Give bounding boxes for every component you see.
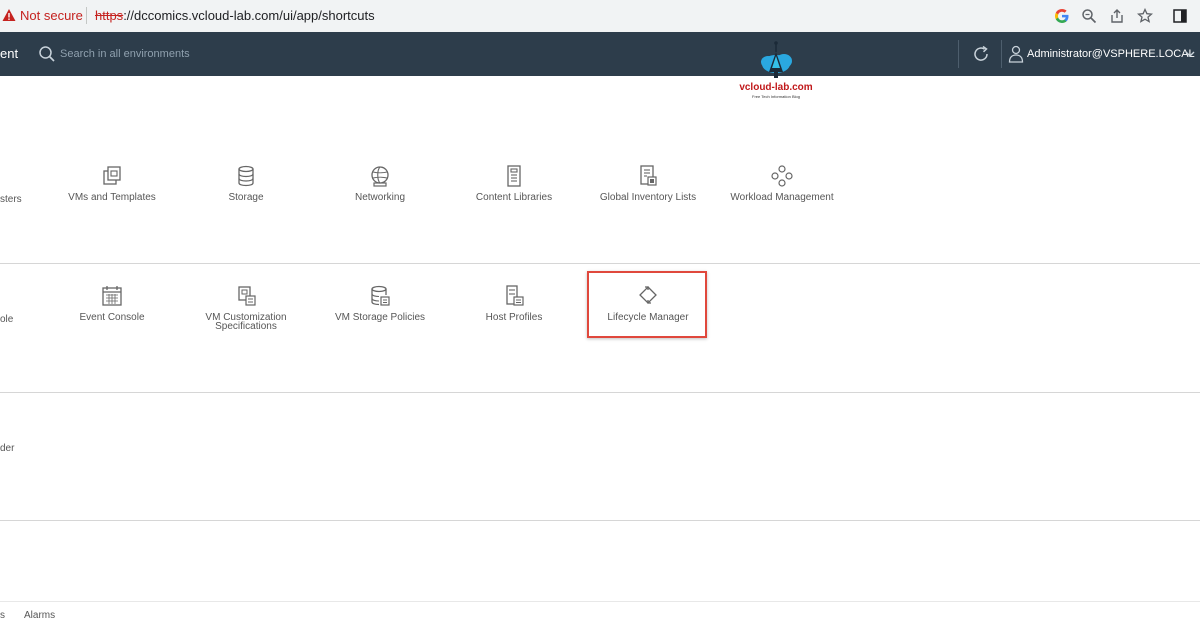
tile-label-line-2: Specifications [215,321,277,332]
not-secure-label[interactable]: Not secure [20,8,83,23]
search-icon[interactable] [38,45,56,63]
star-icon[interactable] [1137,8,1153,24]
refresh-icon[interactable] [971,44,991,64]
content-libraries-icon [507,165,521,187]
share-icon[interactable] [1109,8,1125,24]
tile-label: Workload Management [730,192,834,203]
google-icon[interactable] [1054,8,1070,24]
tile-label: Global Inventory Lists [599,192,697,203]
search-input[interactable] [60,44,320,64]
tile-hosts-clusters[interactable]: sters [0,194,22,205]
header-divider [1001,40,1002,68]
user-menu[interactable]: Administrator@VSPHERE.LOCAL [1027,48,1195,60]
url-scheme: https [95,8,124,23]
logo-title: vcloud-lab.com [739,82,813,93]
browser-address-bar: Not secure https://dccomics.vcloud-lab.c… [0,0,1200,33]
tile-label: VM Customization Specifications [179,313,313,332]
bottom-bar-divider [0,601,1200,602]
logo-subtitle: Free Tech Information Blog [752,94,800,99]
section-divider [0,392,1200,393]
header-divider [958,40,959,68]
tile-label: Event Console [79,312,145,323]
tile-task-console[interactable]: ole [0,314,13,325]
tab-recent-tasks[interactable]: s [0,610,5,621]
tile-label: Storage [228,192,264,203]
app-header: ent Administrator@VSPHERE.LOCAL [0,32,1200,76]
host-profiles-icon [506,285,524,306]
tile-label: VMs and Templates [68,192,156,203]
tile-storage[interactable]: Storage [179,164,313,244]
tile-vm-customization-specifications[interactable]: VM Customization Specifications [179,284,313,364]
url-field[interactable]: https://dccomics.vcloud-lab.com/ui/app/s… [95,8,375,23]
tile-networking[interactable]: Networking [313,164,447,244]
tile-global-inventory-lists[interactable]: Global Inventory Lists [581,164,715,244]
tile-label: Networking [354,192,406,203]
tile-vms-and-templates[interactable]: VMs and Templates [45,164,179,244]
tile-host-profiles[interactable]: Host Profiles [447,284,581,364]
chevron-down-icon[interactable] [1185,50,1195,58]
global-inventory-icon [640,165,657,186]
tab-alarms[interactable]: Alarms [24,610,55,621]
tile-content-libraries[interactable]: Content Libraries [447,164,581,244]
zoom-icon[interactable] [1081,8,1097,24]
section-divider [0,520,1200,521]
tile-vm-storage-policies[interactable]: VM Storage Policies [313,284,447,364]
vm-storage-policies-icon [371,285,390,306]
highlight-annotation [587,271,707,338]
url-path: ://dccomics.vcloud-lab.com/ui/app/shortc… [123,8,375,23]
tile-licensing-provider[interactable]: der [0,443,14,454]
networking-icon [371,166,389,187]
warning-icon[interactable] [2,8,16,22]
event-console-icon [102,286,122,306]
workload-management-icon [771,165,793,187]
tile-label: Content Libraries [475,192,553,203]
storage-icon [238,165,254,187]
tile-label: Host Profiles [485,312,543,323]
watermark-logo: vcloud-lab.com Free Tech Information Blo… [736,40,816,102]
logo-icon [761,41,792,78]
user-icon[interactable] [1008,45,1024,63]
tile-event-console[interactable]: Event Console [45,284,179,364]
section-divider [0,263,1200,264]
tile-label: VM Storage Policies [334,312,426,323]
tile-workload-management[interactable]: Workload Management [715,164,849,244]
sidepanel-icon[interactable] [1172,8,1188,24]
url-separator [86,7,87,24]
vms-templates-icon [103,166,121,185]
vm-customization-icon [238,286,256,306]
app-title[interactable]: ent [0,46,18,61]
